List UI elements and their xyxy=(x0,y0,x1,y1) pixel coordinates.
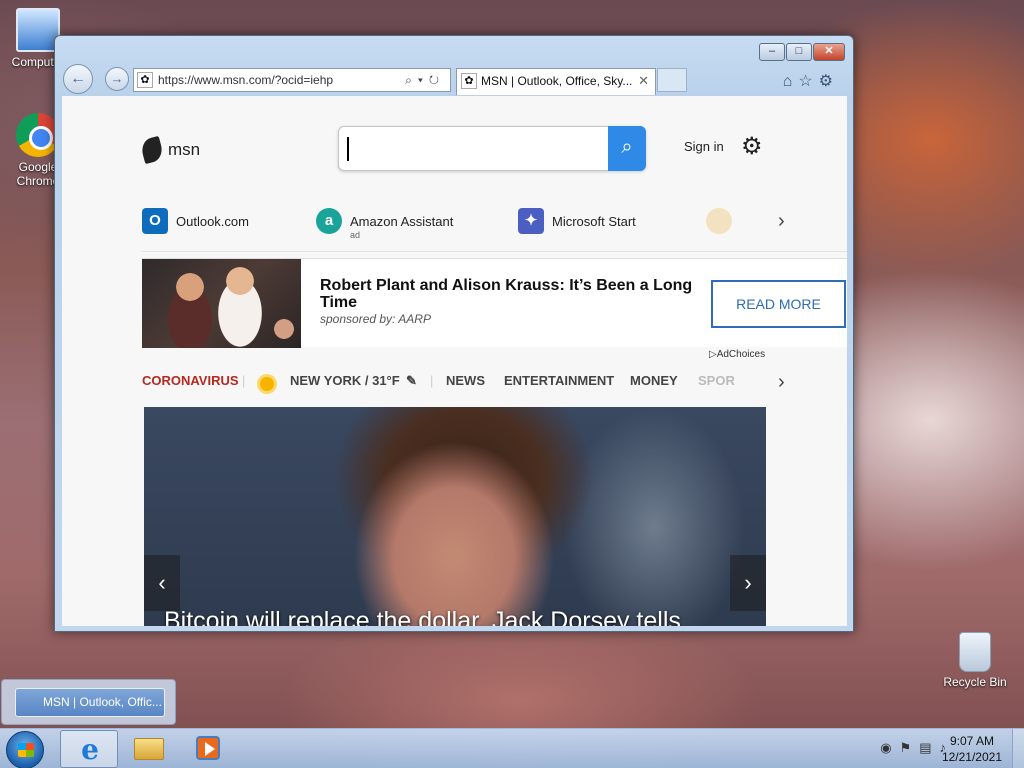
address-tools: ⌕▾↻ xyxy=(405,69,445,91)
nav-weather[interactable]: NEW YORK / 31°F xyxy=(290,373,400,388)
nav-sports[interactable]: SPOR xyxy=(698,373,735,388)
forward-button[interactable]: → xyxy=(105,67,129,91)
clock-date: 12/21/2021 xyxy=(941,750,1002,764)
msn-butterfly-icon xyxy=(139,135,165,165)
taskbar-thumbnail[interactable]: MSN | Outlook, Offic... xyxy=(1,679,176,725)
msn-favicon-icon: ✿ xyxy=(461,73,477,89)
quick-link-outlook[interactable]: O Outlook.com xyxy=(142,208,249,234)
search-box: ⌕ xyxy=(338,126,646,171)
window-controls: – □ ✕ xyxy=(759,43,845,61)
media-player-icon xyxy=(196,736,220,760)
command-icons: ⌂☆⚙ xyxy=(783,71,839,91)
search-button[interactable]: ⌕ xyxy=(608,126,646,171)
nav-news[interactable]: NEWS xyxy=(446,373,485,388)
ad-image[interactable] xyxy=(142,259,301,348)
hero-next-button[interactable]: › xyxy=(730,555,766,611)
category-nav: CORONAVIRUS | NEW YORK / 31°F ✎ | NEWS E… xyxy=(142,371,792,395)
internet-explorer-icon: e xyxy=(81,733,99,766)
quick-link-label: Outlook.com xyxy=(176,213,249,229)
edit-pencil-icon[interactable]: ✎ xyxy=(406,373,417,389)
divider xyxy=(142,251,847,252)
back-button[interactable]: ← xyxy=(63,64,93,94)
settings-gear-icon[interactable]: ⚙ xyxy=(741,132,763,161)
microsoft-start-icon: ✦ xyxy=(518,208,544,234)
tab-title: MSN | Outlook, Office, Sky... xyxy=(481,74,633,88)
quick-links-next-icon[interactable]: › xyxy=(778,210,785,233)
nav-separator: | xyxy=(242,373,246,388)
nav-entertainment[interactable]: ENTERTAINMENT xyxy=(504,373,614,388)
minimize-button[interactable]: – xyxy=(759,43,785,61)
sign-in-link[interactable]: Sign in xyxy=(684,139,724,154)
page-content: msn ⌕ Sign in ⚙ O Outlook.com a Amazon A… xyxy=(62,96,847,626)
quick-link-microsoft-start[interactable]: ✦ Microsoft Start xyxy=(518,208,636,234)
new-tab-button[interactable] xyxy=(657,68,687,92)
read-more-button[interactable]: READ MORE xyxy=(711,280,846,328)
outlook-icon: O xyxy=(142,208,168,234)
flag-icon[interactable]: ⚑ xyxy=(900,740,920,755)
nav-coronavirus[interactable]: CORONAVIRUS xyxy=(142,373,239,388)
tools-gear-icon[interactable]: ⚙ xyxy=(819,73,839,90)
nav-money[interactable]: MONEY xyxy=(630,373,678,388)
desktop-icon-recycle-bin[interactable]: Recycle Bin xyxy=(937,632,1013,689)
nav-separator: | xyxy=(430,373,434,388)
hero-prev-button[interactable]: ‹ xyxy=(144,555,180,611)
search-input[interactable] xyxy=(347,137,597,161)
start-button[interactable] xyxy=(6,731,44,768)
quick-link-amazon-assistant[interactable]: a Amazon Assistant ad xyxy=(316,208,454,240)
taskbar-explorer-button[interactable] xyxy=(120,730,178,768)
show-desktop-button[interactable] xyxy=(1012,729,1024,768)
hero-story[interactable]: ‹ › Bitcoin will replace the dollar, Jac… xyxy=(144,407,766,626)
quick-link-label: Amazon Assistant xyxy=(350,213,454,229)
network-icon[interactable]: ▤ xyxy=(919,740,939,755)
dropdown-icon[interactable]: ▾ xyxy=(418,73,429,87)
taskbar-ie-button[interactable]: e xyxy=(60,730,118,768)
address-bar[interactable]: ✿ https://www.msn.com/?ocid=iehp ⌕▾↻ xyxy=(133,68,451,92)
refresh-icon[interactable]: ↻ xyxy=(429,73,445,87)
maximize-button[interactable]: □ xyxy=(786,43,812,61)
taskbar-media-player-button[interactable] xyxy=(180,730,238,768)
amazon-icon: a xyxy=(316,208,342,234)
chevron-left-icon: ‹ xyxy=(158,570,166,595)
home-icon[interactable]: ⌂ xyxy=(783,73,799,90)
adchoices-link[interactable]: ▷AdChoices xyxy=(709,349,765,360)
folder-icon xyxy=(134,738,164,760)
clock[interactable]: 9:07 AM 12/21/2021 xyxy=(942,733,1002,765)
hero-caption[interactable]: Bitcoin will replace the dollar, Jack Do… xyxy=(164,607,681,626)
forward-arrow-icon: → xyxy=(110,71,124,86)
quick-link-label: Microsoft Start xyxy=(552,213,636,229)
back-arrow-icon: ← xyxy=(70,70,86,87)
close-button[interactable]: ✕ xyxy=(813,43,845,61)
nav-next-icon[interactable]: › xyxy=(778,371,785,394)
recycle-bin-icon xyxy=(959,632,991,672)
address-url[interactable]: https://www.msn.com/?ocid=iehp xyxy=(158,73,333,87)
chevron-right-icon: › xyxy=(744,570,752,595)
clock-time: 9:07 AM xyxy=(949,734,994,748)
ad-title[interactable]: Robert Plant and Alison Krauss: It’s Bee… xyxy=(320,277,700,311)
taskbar: e ◉⚑▤♪ 9:07 AM 12/21/2021 xyxy=(0,728,1024,768)
tab-msn[interactable]: ✿ MSN | Outlook, Office, Sky... ✕ xyxy=(456,68,656,95)
ie-window: – □ ✕ ← → ✿ https://www.msn.com/?ocid=ie… xyxy=(54,35,854,632)
quick-links: O Outlook.com a Amazon Assistant ad ✦ Mi… xyxy=(142,208,802,248)
partial-link-icon xyxy=(706,208,732,234)
tab-close-icon[interactable]: ✕ xyxy=(638,69,649,93)
chrome-tray-icon[interactable]: ◉ xyxy=(880,740,899,755)
msn-logo[interactable]: msn xyxy=(139,135,201,165)
thumbnail-title[interactable]: MSN | Outlook, Offic... xyxy=(15,688,165,717)
favorites-star-icon[interactable]: ☆ xyxy=(798,73,818,90)
logo-text: msn xyxy=(168,140,201,159)
desktop-icon-label: Recycle Bin xyxy=(943,675,1007,689)
ad-sponsor: sponsored by: AARP xyxy=(320,312,431,326)
ad-label: ad xyxy=(350,230,361,240)
navigation-bar: ← → ✿ https://www.msn.com/?ocid=iehp ⌕▾↻… xyxy=(61,64,847,96)
search-icon[interactable]: ⌕ xyxy=(405,73,418,87)
msn-favicon-icon: ✿ xyxy=(137,72,153,88)
sponsored-ad[interactable]: Robert Plant and Alison Krauss: It’s Bee… xyxy=(142,258,847,348)
quick-link-partial[interactable] xyxy=(706,208,732,234)
search-icon: ⌕ xyxy=(621,136,633,158)
